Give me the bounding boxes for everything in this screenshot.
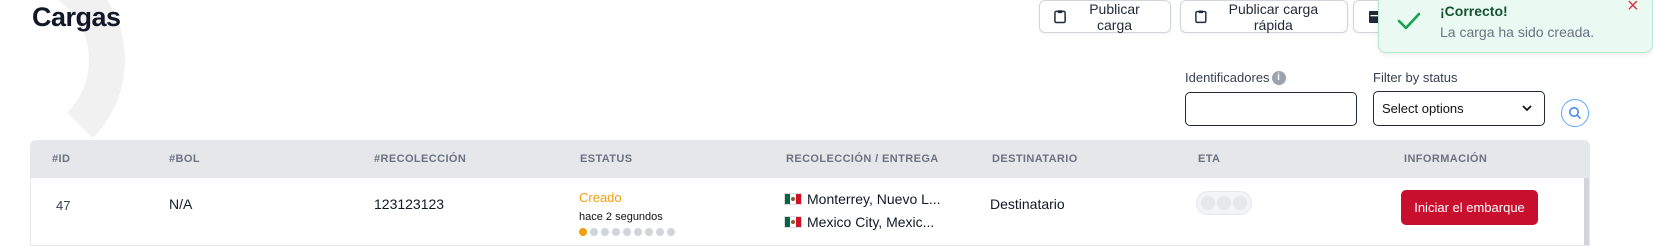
identificadores-label: Identificadores i bbox=[1185, 70, 1286, 85]
eta-dot bbox=[1201, 196, 1215, 210]
col-informacion: INFORMACIÓN bbox=[1404, 153, 1488, 165]
status-step-dot bbox=[634, 228, 642, 236]
cell-recoleccion: 123123123 bbox=[374, 196, 445, 212]
status-step-dot bbox=[601, 228, 609, 236]
status-step-dot bbox=[667, 228, 675, 236]
pickup-location: Monterrey, Nuevo L... bbox=[784, 188, 952, 209]
eta-dot bbox=[1217, 196, 1231, 210]
publicar-carga-button[interactable]: Publicar carga bbox=[1039, 0, 1171, 33]
publicar-carga-rapida-label: Publicar carga rápida bbox=[1228, 0, 1319, 33]
page-title: Cargas bbox=[32, 2, 121, 32]
status-time: hace 2 segundos bbox=[579, 211, 663, 223]
iniciar-embarque-button[interactable]: Iniciar el embarque bbox=[1401, 190, 1538, 225]
status-step-dot bbox=[590, 228, 598, 236]
mexico-flag-icon bbox=[784, 215, 802, 228]
col-recoleccion: #RECOLECCIÓN bbox=[374, 153, 467, 165]
table-scrollbar[interactable] bbox=[1584, 178, 1589, 245]
table-header: #ID #BOL #RECOLECCIÓN ESTATUS RECOLECCIÓ… bbox=[31, 141, 1589, 178]
eta-dot bbox=[1233, 196, 1247, 210]
col-recoleccion-entrega: RECOLECCIÓN / ENTREGA bbox=[786, 153, 939, 165]
status-step-dot bbox=[612, 228, 620, 236]
pickup-text: Monterrey, Nuevo L... bbox=[807, 190, 941, 207]
col-bol: #BOL bbox=[169, 153, 200, 165]
identificadores-label-text: Identificadores bbox=[1185, 70, 1270, 85]
status-step-dot bbox=[623, 228, 631, 236]
status-progress bbox=[579, 228, 675, 236]
cell-id: 47 bbox=[56, 198, 71, 213]
status-select[interactable]: Select options bbox=[1373, 91, 1545, 126]
cargas-page: Cargas Publicar carga Publicar carga ráp… bbox=[0, 0, 1653, 246]
filter-status-label: Filter by status bbox=[1373, 70, 1458, 85]
mexico-flag-icon bbox=[784, 192, 802, 205]
status-step-dot bbox=[645, 228, 653, 236]
chevron-down-icon bbox=[1522, 105, 1532, 112]
clipboard-icon bbox=[1054, 10, 1066, 24]
eta-indicator bbox=[1196, 191, 1252, 215]
cell-bol: N/A bbox=[169, 196, 193, 212]
cell-route: Monterrey, Nuevo L... Mexico City, Mexic… bbox=[784, 188, 952, 232]
toast-message: La carga ha sido creada. bbox=[1440, 24, 1595, 40]
info-icon[interactable]: i bbox=[1271, 70, 1286, 85]
col-estatus: ESTATUS bbox=[580, 153, 633, 165]
cell-destinatario: Destinatario bbox=[990, 196, 1065, 212]
publicar-carga-label: Publicar carga bbox=[1089, 0, 1140, 33]
toast-title: ¡Correcto! bbox=[1440, 3, 1508, 19]
delivery-text: Mexico City, Mexic... bbox=[807, 213, 935, 230]
status-step-dot bbox=[656, 228, 664, 236]
identificadores-input[interactable] bbox=[1185, 92, 1357, 126]
delivery-location: Mexico City, Mexic... bbox=[784, 211, 952, 232]
success-toast: ¡Correcto! La carga ha sido creada. × bbox=[1378, 0, 1653, 53]
table-row[interactable]: 47 N/A 123123123 Creado hace 2 segundos … bbox=[31, 178, 1589, 245]
search-button[interactable] bbox=[1561, 99, 1589, 127]
publicar-carga-rapida-button[interactable]: Publicar carga rápida bbox=[1180, 0, 1348, 33]
status-select-value: Select options bbox=[1382, 101, 1464, 116]
check-icon bbox=[1397, 12, 1421, 30]
status-step-dot bbox=[579, 228, 587, 236]
col-id: #ID bbox=[52, 153, 71, 165]
col-destinatario: DESTINATARIO bbox=[992, 153, 1078, 165]
col-eta: ETA bbox=[1198, 153, 1221, 165]
close-icon[interactable]: × bbox=[1627, 0, 1639, 16]
clipboard-icon bbox=[1195, 10, 1207, 24]
cell-status: Creado hace 2 segundos bbox=[579, 190, 675, 236]
status-badge: Creado bbox=[579, 190, 622, 205]
search-icon bbox=[1569, 107, 1582, 120]
cargas-table: #ID #BOL #RECOLECCIÓN ESTATUS RECOLECCIÓ… bbox=[30, 140, 1590, 246]
